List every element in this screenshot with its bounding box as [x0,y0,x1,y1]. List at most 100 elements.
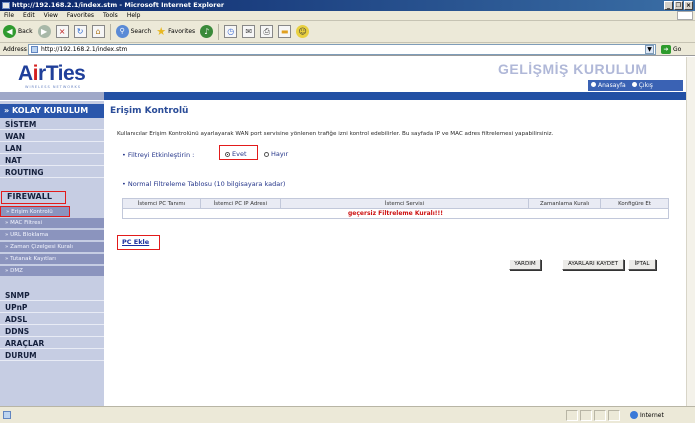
sidebar-item-snmp[interactable]: SNMP [0,290,104,301]
print-icon[interactable]: ⎙ [260,25,274,38]
minimize-button[interactable]: _ [664,1,673,10]
sidebar-subitem-mac-filter[interactable]: » MAC Filtresi [0,218,104,229]
toolbar-separator [218,23,220,40]
sidebar-item-sistem[interactable]: SİSTEM [0,119,104,130]
window-title: http://192.168.2.1/index.stm - Microsoft… [12,1,225,9]
col-pc-ip: İstemci PC IP Adresi [199,198,281,209]
search-button[interactable]: ⚲ Search [115,25,152,38]
sidebar-subitem-access-control[interactable]: » Erişim Kontrolü [0,206,70,217]
sidebar-item-durum[interactable]: DURUM [0,350,104,361]
mail-icon[interactable]: ✉ [242,25,256,38]
menu-bar: File Edit View Favorites Tools Help [0,11,695,21]
menu-edit[interactable]: Edit [23,11,35,20]
star-icon: ★ [156,25,167,38]
exit-bullet-icon [631,82,637,87]
favorites-label: Favorites [168,28,196,35]
status-bar: Internet [0,406,695,423]
header-links: Anasayfa Çıkış [588,80,683,91]
address-value: http://192.168.2.1/index.stm [41,46,128,53]
media-icon[interactable]: ♪ [200,25,214,38]
forward-arrow-icon: ▶ [37,25,51,38]
folder-icon[interactable]: ▬ [278,25,292,38]
ie-page-icon [2,2,10,9]
globe-icon [630,411,638,419]
refresh-icon[interactable]: ↻ [73,25,87,38]
window-title-bar: http://192.168.2.1/index.stm - Microsoft… [0,0,695,11]
forward-button[interactable]: ▶ [37,25,51,38]
sidebar-item-upnp[interactable]: UPnP [0,302,104,313]
sidebar-item-lan[interactable]: LAN [0,143,104,154]
status-cell [566,410,578,421]
sidebar-item-wan[interactable]: WAN [0,131,104,142]
sidebar-item-routing[interactable]: ROUTING [0,167,104,178]
home-icon[interactable]: ⌂ [91,25,105,38]
home-link[interactable]: Anasayfa [591,80,626,91]
go-button[interactable]: ➔ Go [661,45,681,54]
logo-slogan: WIRELESS NETWORKS [25,85,81,89]
favorites-button[interactable]: ★ Favorites [156,25,195,38]
menu-file[interactable]: File [4,11,14,20]
close-button[interactable]: × [684,1,693,10]
home-bullet-icon [591,82,596,87]
sidebar-item-adsl[interactable]: ADSL [0,314,104,325]
radio-unselected-icon [264,152,269,157]
menu-view[interactable]: View [44,11,58,20]
col-configure: Konfigüre Et [600,198,669,209]
menu-favorites[interactable]: Favorites [67,11,94,20]
exit-link[interactable]: Çıkış [631,80,653,91]
filter-yes-radio[interactable]: Evet [225,150,247,158]
help-button[interactable]: YARDIM [509,259,541,270]
status-cell [580,410,592,421]
filter-table: İstemci PC Tanımı İstemci PC IP Adresi İ… [122,198,669,219]
menu-tools[interactable]: Tools [103,11,118,20]
table-empty-message: geçersiz Filtreleme Kuralı!!! [122,208,669,219]
status-page-icon [3,411,11,419]
sidebar-item-araclar[interactable]: ARAÇLAR [0,338,104,349]
toolbar-separator [109,23,111,40]
sidebar-item-nat[interactable]: NAT [0,155,104,166]
add-pc-link[interactable]: PC Ekle [117,235,160,250]
page-description: Kullanıcılar Erişim Kontrolünü ayarlayar… [117,131,554,137]
save-settings-button[interactable]: AYARLARI KAYDET [562,259,624,270]
filter-table-title: • Normal Filtreleme Tablosu (10 bilgisay… [122,180,286,188]
table-header-row: İstemci PC Tanımı İstemci PC IP Adresi İ… [122,198,669,209]
status-cell [594,410,606,421]
filter-no-radio[interactable]: Hayır [264,150,288,158]
back-button[interactable]: ◀ Back [3,25,33,38]
sidebar-item-firewall[interactable]: FIREWALL [1,191,66,204]
sidebar-subitem-logs[interactable]: » Tutanak Kayıtları [0,254,104,265]
filter-enable-label: • Filtreyi Etkinleştirin : [122,151,195,159]
col-service: İstemci Servisi [279,198,530,209]
radio-selected-icon [225,152,230,157]
header-stripe [104,92,695,100]
sidebar-item-ddns[interactable]: DDNS [0,326,104,337]
page-header-title: GELİŞMİŞ KURULUM [498,61,648,77]
sidebar-subitem-url-block[interactable]: » URL Bloklama [0,230,104,241]
page-icon [31,46,38,53]
page-title: Erişim Kontrolü [110,106,189,116]
back-arrow-icon: ◀ [3,25,16,38]
maximize-button[interactable]: ❐ [674,1,683,10]
messenger-icon[interactable]: ☺ [296,25,310,38]
back-label: Back [18,28,33,35]
history-icon[interactable]: ◷ [224,25,238,38]
go-label: Go [673,46,682,53]
go-arrow-icon: ➔ [661,45,671,54]
cancel-button[interactable]: İPTAL [628,259,656,270]
address-input[interactable]: http://192.168.2.1/index.stm ▼ [28,44,656,55]
vertical-scrollbar[interactable] [686,57,695,406]
search-label: Search [130,28,152,35]
address-label: Address [3,46,27,53]
col-pc-description: İstemci PC Tanımı [122,198,201,209]
sidebar-subitem-schedule-rule[interactable]: » Zaman Çizelgesi Kuralı [0,242,104,253]
table-row: geçersiz Filtreleme Kuralı!!! [122,208,669,219]
airties-logo: AirTies [18,62,86,85]
address-dropdown-icon[interactable]: ▼ [645,45,654,54]
menu-help[interactable]: Help [127,11,141,20]
stop-icon[interactable]: × [55,25,69,38]
search-icon: ⚲ [115,25,129,38]
sidebar-section-easy-setup[interactable]: » KOLAY KURULUM [0,104,104,118]
sidebar-subitem-dmz[interactable]: » DMZ [0,266,104,277]
browser-toolbar: ◀ Back ▶ × ↻ ⌂ ⚲ Search ★ Favorites ♪ ◷ … [0,21,695,43]
col-schedule: Zamanlama Kuralı [528,198,602,209]
